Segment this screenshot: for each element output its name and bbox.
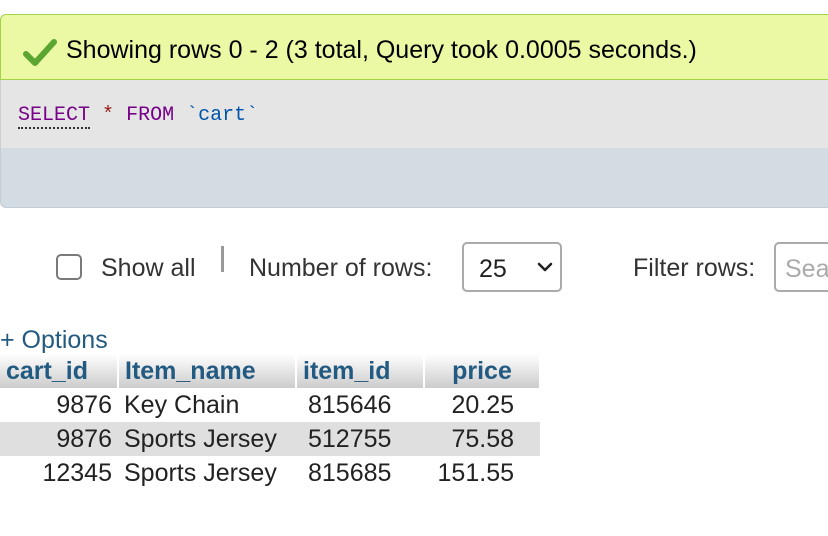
cell-item-id[interactable]: 815646	[296, 388, 424, 422]
sql-keyword-select[interactable]: SELECT	[18, 104, 91, 129]
cell-price[interactable]: 20.25	[424, 388, 540, 422]
sql-query-box: SELECT * FROM `cart`	[0, 80, 828, 148]
column-header-item-id[interactable]: item_id	[296, 354, 425, 388]
show-all-checkbox[interactable]	[56, 254, 82, 280]
sql-query: SELECT * FROM `cart`	[18, 104, 259, 129]
chevron-down-icon	[537, 262, 553, 272]
cell-price[interactable]: 75.58	[424, 422, 540, 456]
separator	[221, 246, 224, 272]
cell-item-name[interactable]: Key Chain	[118, 388, 296, 422]
sql-keyword-from: FROM	[126, 104, 175, 127]
cell-item-id[interactable]: 815685	[296, 456, 424, 490]
column-header-cart-id[interactable]: cart_id	[0, 354, 119, 388]
sql-table-name: `cart`	[186, 104, 259, 127]
cell-price[interactable]: 151.55	[424, 456, 540, 490]
cell-item-name[interactable]: Sports Jersey	[118, 422, 296, 456]
filter-rows-placeholder: Search this table	[785, 255, 828, 283]
number-of-rows-select[interactable]: 25	[462, 242, 562, 292]
check-icon	[23, 39, 57, 66]
column-header-price[interactable]: price	[424, 354, 541, 388]
sql-star: *	[102, 104, 115, 127]
filter-rows-label: Filter rows:	[633, 254, 756, 282]
column-header-item-name[interactable]: Item_name	[118, 354, 297, 388]
cell-item-name[interactable]: Sports Jersey	[118, 456, 296, 490]
table-row[interactable]: 9876 Key Chain 815646 20.25	[0, 388, 540, 422]
cell-cart-id[interactable]: 12345	[0, 456, 118, 490]
number-of-rows-label: Number of rows:	[249, 254, 433, 282]
results-table: cart_id Item_name item_id price 9876 Key…	[0, 354, 541, 490]
success-message: Showing rows 0 - 2 (3 total, Query took …	[0, 14, 828, 80]
cell-cart-id[interactable]: 9876	[0, 388, 118, 422]
show-all-label[interactable]: Show all	[101, 254, 196, 283]
sql-toolbar	[0, 148, 828, 208]
table-row[interactable]: 9876 Sports Jersey 512755 75.58	[0, 422, 540, 456]
number-of-rows-value: 25	[479, 255, 507, 283]
filter-rows-input[interactable]: Search this table	[774, 242, 828, 292]
cell-item-id[interactable]: 512755	[296, 422, 424, 456]
cell-cart-id[interactable]: 9876	[0, 422, 118, 456]
table-header-row: cart_id Item_name item_id price	[0, 354, 541, 388]
table-row[interactable]: 12345 Sports Jersey 815685 151.55	[0, 456, 540, 490]
options-link[interactable]: + Options	[0, 326, 108, 355]
success-message-text: Showing rows 0 - 2 (3 total, Query took …	[66, 36, 697, 64]
